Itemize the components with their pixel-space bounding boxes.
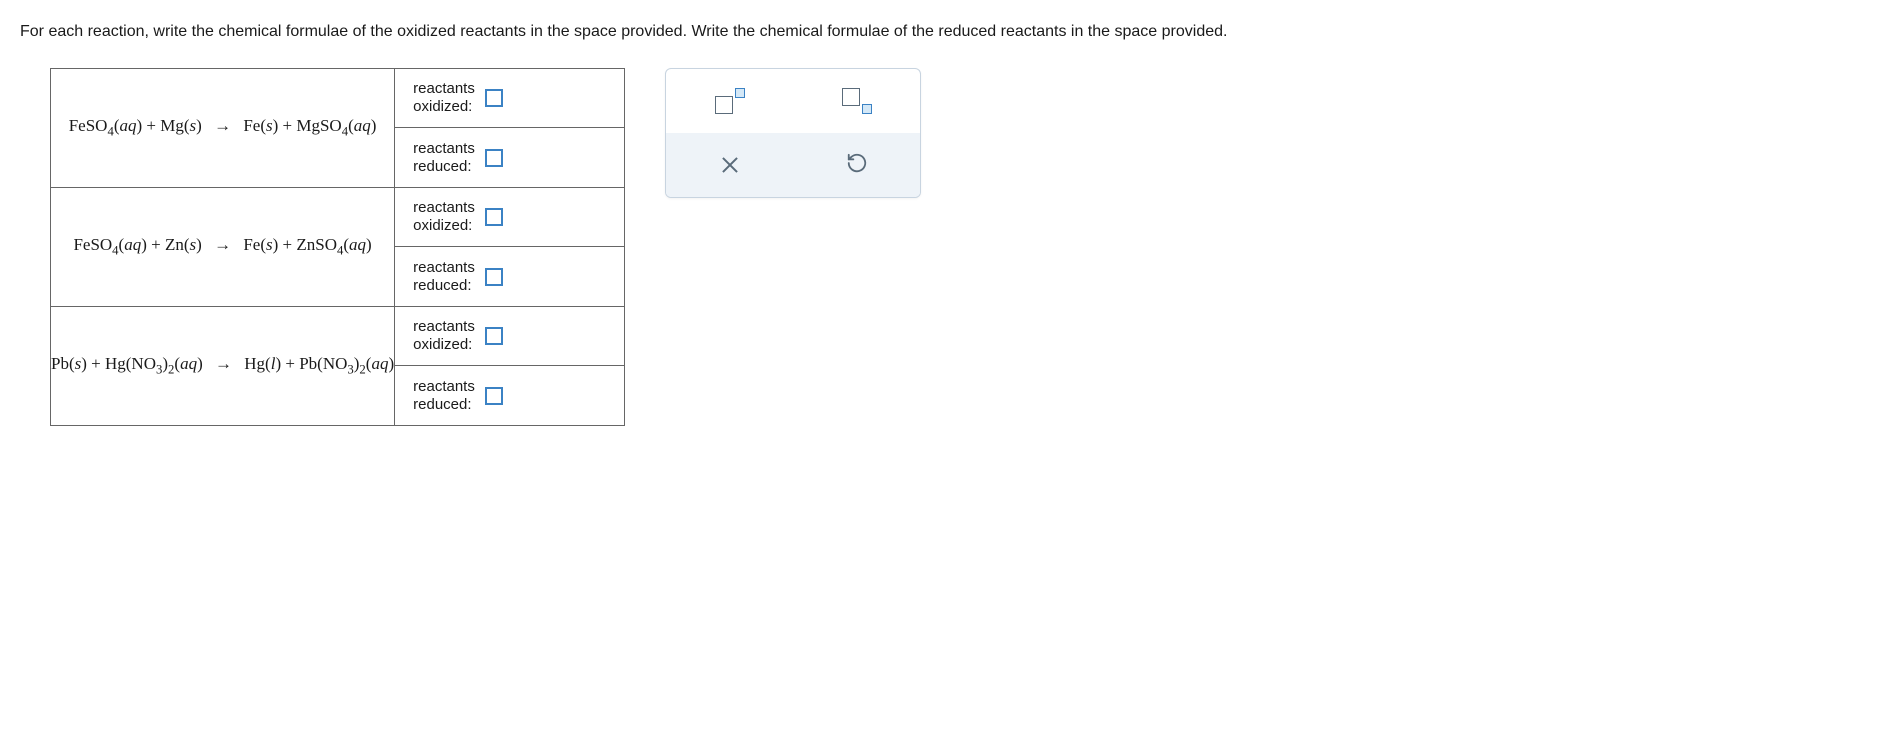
answer-cell: reactantsoxidized: reactantsreduced:	[395, 307, 625, 426]
reduced-row: reactantsreduced:	[395, 247, 624, 306]
superscript-button[interactable]	[666, 69, 793, 133]
close-icon	[721, 156, 739, 174]
reduced-input[interactable]	[485, 149, 503, 167]
reset-button[interactable]	[793, 133, 920, 197]
equation-cell: Pb(s) + Hg(NO3)2(aq) → Hg(l) + Pb(NO3)2(…	[51, 307, 395, 426]
superscript-icon	[715, 88, 745, 114]
reduced-label: reactantsreduced:	[413, 259, 475, 295]
oxidized-row: reactantsoxidized:	[395, 188, 624, 247]
instructions-text: For each reaction, write the chemical fo…	[20, 20, 1868, 44]
reactions-table: FeSO4(aq) + Mg(s) → Fe(s) + MgSO4(aq) rea…	[50, 68, 625, 426]
clear-button[interactable]	[666, 133, 793, 197]
reduced-input[interactable]	[485, 387, 503, 405]
oxidized-input[interactable]	[485, 208, 503, 226]
toolbox-row-top	[666, 69, 920, 133]
reaction-row: Pb(s) + Hg(NO3)2(aq) → Hg(l) + Pb(NO3)2(…	[51, 307, 625, 426]
oxidized-row: reactantsoxidized:	[395, 307, 624, 366]
reduced-input[interactable]	[485, 268, 503, 286]
toolbox-panel	[665, 68, 921, 198]
oxidized-label: reactantsoxidized:	[413, 80, 475, 116]
reduced-label: reactantsreduced:	[413, 140, 475, 176]
oxidized-input[interactable]	[485, 327, 503, 345]
reset-icon	[846, 152, 868, 179]
reaction-row: FeSO4(aq) + Mg(s) → Fe(s) + MgSO4(aq) rea…	[51, 69, 625, 188]
oxidized-label: reactantsoxidized:	[413, 199, 475, 235]
oxidized-input[interactable]	[485, 89, 503, 107]
answer-cell: reactantsoxidized: reactantsreduced:	[395, 188, 625, 307]
equation-cell: FeSO4(aq) + Zn(s) → Fe(s) + ZnSO4(aq)	[51, 188, 395, 307]
oxidized-label: reactantsoxidized:	[413, 318, 475, 354]
answer-cell: reactantsoxidized: reactantsreduced:	[395, 69, 625, 188]
reaction-row: FeSO4(aq) + Zn(s) → Fe(s) + ZnSO4(aq) rea…	[51, 188, 625, 307]
reduced-label: reactantsreduced:	[413, 378, 475, 414]
chemical-equation: Pb(s) + Hg(NO3)2(aq) → Hg(l) + Pb(NO3)2(…	[51, 354, 394, 373]
chemical-equation: FeSO4(aq) + Zn(s) → Fe(s) + ZnSO4(aq)	[73, 235, 371, 254]
subscript-icon	[842, 88, 872, 114]
chemical-equation: FeSO4(aq) + Mg(s) → Fe(s) + MgSO4(aq)	[69, 116, 377, 135]
oxidized-row: reactantsoxidized:	[395, 69, 624, 128]
reduced-row: reactantsreduced:	[395, 366, 624, 425]
equation-cell: FeSO4(aq) + Mg(s) → Fe(s) + MgSO4(aq)	[51, 69, 395, 188]
content-row: FeSO4(aq) + Mg(s) → Fe(s) + MgSO4(aq) rea…	[20, 68, 1868, 426]
reduced-row: reactantsreduced:	[395, 128, 624, 187]
subscript-button[interactable]	[793, 69, 920, 133]
toolbox-row-bottom	[666, 133, 920, 197]
